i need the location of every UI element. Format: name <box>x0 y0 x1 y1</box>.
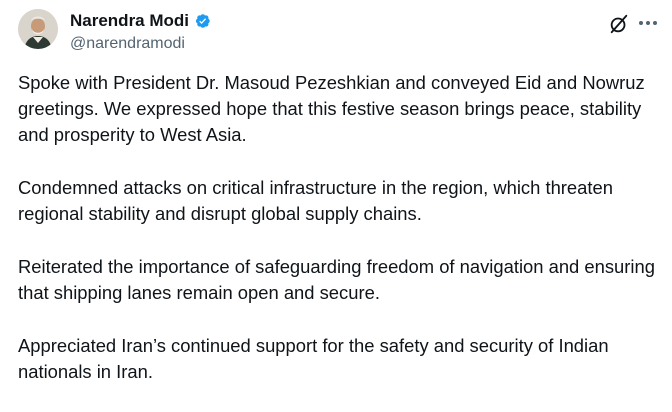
tweet-paragraph: Reiterated the importance of safeguardin… <box>18 256 655 303</box>
tweet-paragraph: Spoke with President Dr. Masoud Pezeshki… <box>18 72 645 145</box>
tweet-body: Spoke with President Dr. Masoud Pezeshki… <box>18 70 658 412</box>
user-handle[interactable]: @narendramodi <box>70 34 211 54</box>
tweet-paragraph: Appreciated Iran’s continued support for… <box>18 335 609 382</box>
tweet-card: Narendra Modi @narendramodi Spoke with P… <box>0 0 672 410</box>
name-row: Narendra Modi <box>70 10 211 32</box>
more-options-icon[interactable] <box>636 11 660 35</box>
author-block: Narendra Modi @narendramodi <box>70 10 211 54</box>
verified-badge-icon[interactable] <box>193 12 211 30</box>
display-name[interactable]: Narendra Modi <box>70 10 189 32</box>
tweet-paragraph: Condemned attacks on critical infrastruc… <box>18 177 613 224</box>
grok-icon[interactable] <box>608 13 630 35</box>
avatar[interactable] <box>18 9 58 49</box>
